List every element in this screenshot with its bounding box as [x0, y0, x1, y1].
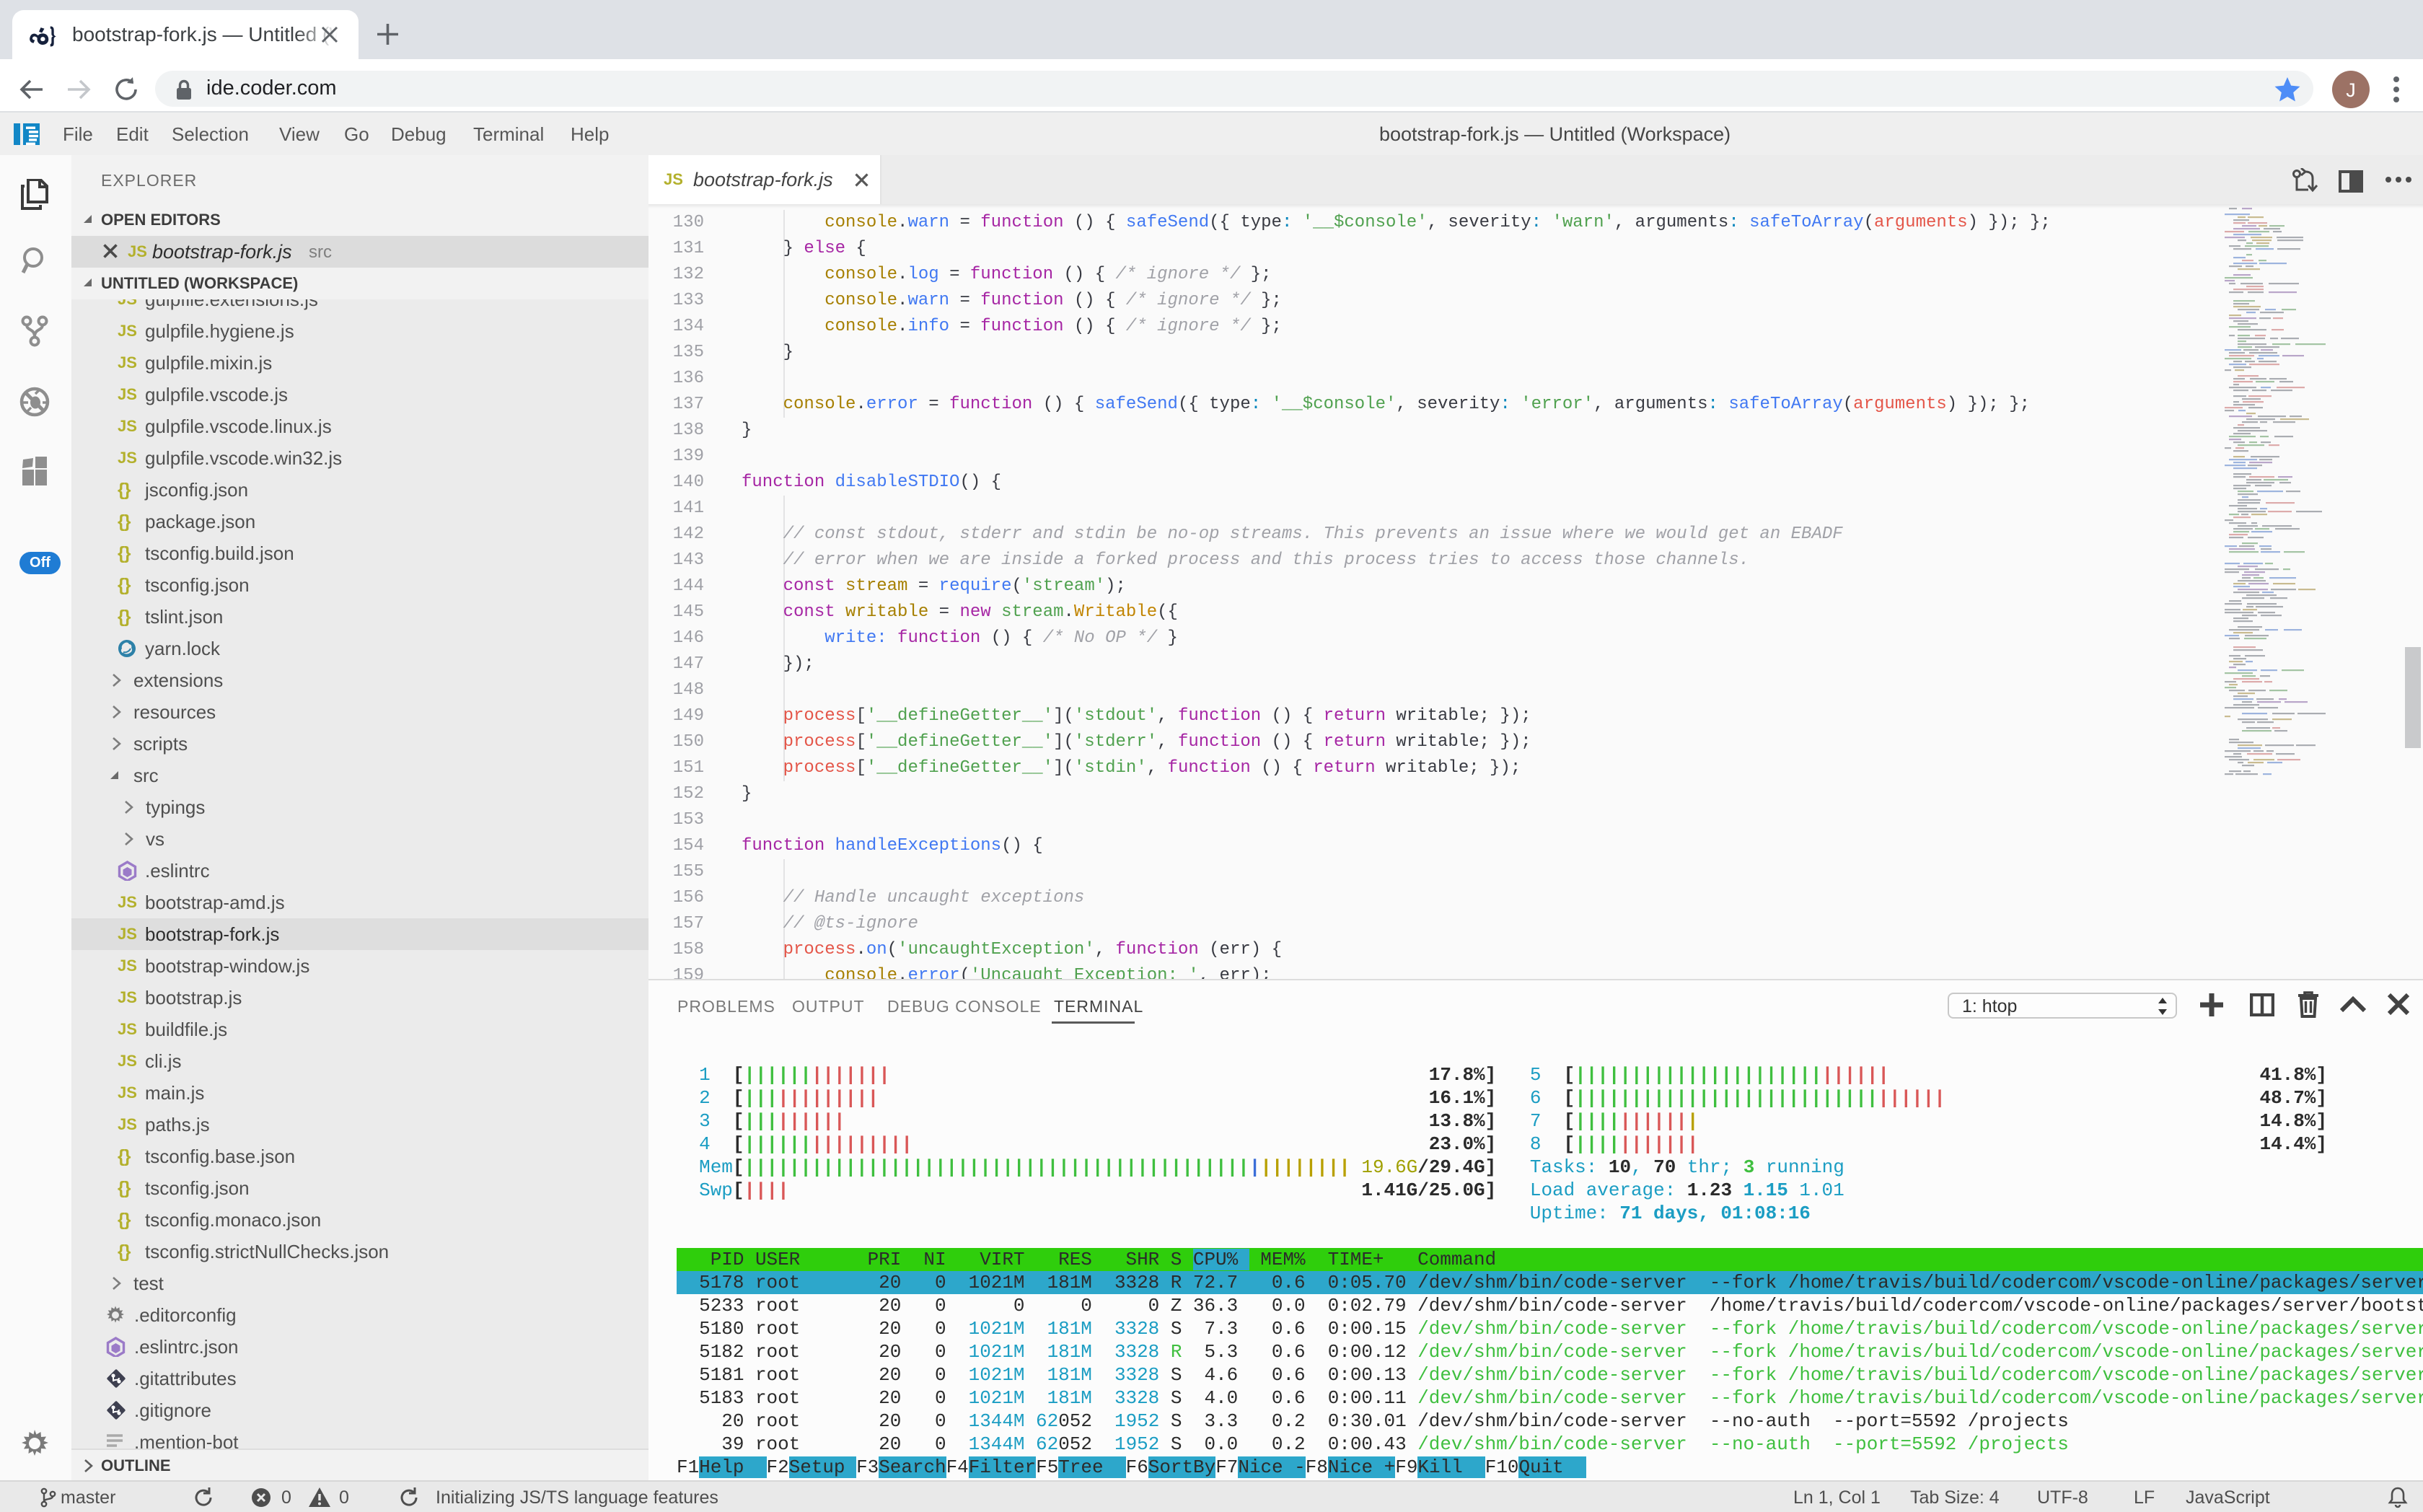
svg-text:J: J: [2346, 79, 2356, 101]
